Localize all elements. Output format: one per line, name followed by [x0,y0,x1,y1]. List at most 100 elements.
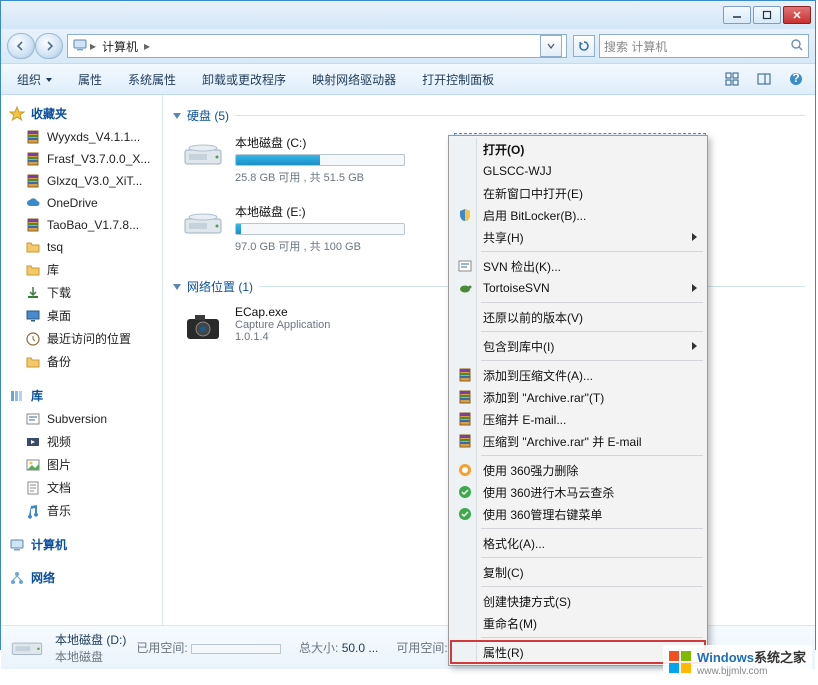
menu-item[interactable]: 创建快捷方式(S) [451,590,705,612]
sidebar-item[interactable]: Frasf_V3.7.0.0_X... [1,148,162,170]
view-mode-button[interactable] [719,68,745,90]
menu-separator [481,637,703,638]
drive-item[interactable]: 本地磁盘 (E:) 97.0 GB 可用 , 共 100 GB [181,203,431,254]
total-key: 总大小: [299,641,338,655]
menu-item-label: 使用 360进行木马云查杀 [483,484,614,501]
menu-item[interactable]: 打开(O) [451,138,705,160]
watermark-url: www.bjjmlv.com [697,666,806,677]
menu-item[interactable]: 使用 360管理右键菜单 [451,503,705,525]
sidebar-item[interactable]: OneDrive [1,192,162,214]
menu-item[interactable]: 添加到压缩文件(A)... [451,364,705,386]
sidebar-item[interactable]: 桌面 [1,304,162,327]
sidebar-network-header[interactable]: 网络 [1,565,162,590]
menu-item[interactable]: 压缩到 "Archive.rar" 并 E-mail [451,430,705,452]
used-bar [191,644,281,654]
sidebar-item[interactable]: Glxzq_V3.0_XiT... [1,170,162,192]
menu-item-label: 压缩并 E-mail... [483,411,566,428]
sidebar-item[interactable]: 图片 [1,453,162,476]
menu-item[interactable]: GLSCC-WJJ [451,160,705,182]
sidebar-item-label: 图片 [47,456,71,473]
menu-item[interactable]: 还原以前的版本(V) [451,306,705,328]
sidebar-libraries-header[interactable]: 库 [1,383,162,408]
menu-separator [481,302,703,303]
360-icon [457,462,473,478]
sidebar-item[interactable]: 库 [1,258,162,281]
sidebar-item[interactable]: Subversion [1,408,162,430]
toolbar-control-panel[interactable]: 打开控制面板 [412,68,504,91]
sidebar-item-label: Wyyxds_V4.1.1... [47,130,140,144]
menu-item[interactable]: 重命名(M) [451,612,705,634]
menu-item[interactable]: 使用 360进行木马云查杀 [451,481,705,503]
submenu-arrow-icon [692,284,697,292]
sidebar-item-label: 音乐 [47,502,71,519]
sidebar-computer-header[interactable]: 计算机 [1,532,162,557]
sidebar-item[interactable]: 音乐 [1,499,162,522]
collapse-icon [173,284,181,290]
drive-item[interactable]: 本地磁盘 (C:) 25.8 GB 可用 , 共 51.5 GB [181,134,431,185]
usage-bar [235,154,405,166]
menu-item[interactable]: 使用 360强力删除 [451,459,705,481]
maximize-button[interactable] [753,6,781,24]
menu-item[interactable]: 压缩并 E-mail... [451,408,705,430]
organize-menu[interactable]: 组织 [7,68,62,91]
drive-name: 本地磁盘 (C:) [235,134,431,154]
sidebar-favorites-header[interactable]: 收藏夹 [1,101,162,126]
menu-item[interactable]: 格式化(A)... [451,532,705,554]
menu-item[interactable]: TortoiseSVN [451,277,705,299]
address-bar[interactable]: ▸ 计算机 ▸ [67,34,567,58]
toolbar-map-drive[interactable]: 映射网络驱动器 [302,68,406,91]
menu-item[interactable]: 添加到 "Archive.rar"(T) [451,386,705,408]
menu-separator [481,557,703,558]
netloc-name: ECap.exe [235,305,330,319]
forward-button[interactable] [35,33,63,59]
sidebar-item-label: 桌面 [47,307,71,324]
search-box[interactable]: 搜索 计算机 [599,34,809,58]
sidebar-item[interactable]: 下载 [1,281,162,304]
close-button[interactable] [783,6,811,24]
doc-icon [25,480,41,496]
sidebar-item[interactable]: TaoBao_V1.7.8... [1,214,162,236]
netloc-desc: Capture Application [235,319,330,331]
breadcrumb[interactable]: 计算机 [98,38,142,55]
refresh-button[interactable] [573,35,595,57]
statusbar-subtitle: 本地磁盘 [55,648,126,665]
help-button[interactable]: ? [783,68,809,90]
sidebar-item[interactable]: 最近访问的位置 [1,327,162,350]
menu-item-label: GLSCC-WJJ [483,164,552,178]
watermark: Windows系统之家 www.bjjmlv.com [663,645,812,679]
menu-item-label: 重命名(M) [483,615,537,632]
sidebar-item[interactable]: 备份 [1,350,162,373]
menu-item[interactable]: 复制(C) [451,561,705,583]
usage-bar [235,223,405,235]
menu-separator [481,528,703,529]
computer-icon [72,37,88,56]
sidebar-item[interactable]: 文档 [1,476,162,499]
toolbar-properties[interactable]: 属性 [68,68,112,91]
drives-group-header[interactable]: 硬盘 (5) [173,101,805,128]
address-dropdown-button[interactable] [540,35,562,57]
preview-pane-button[interactable] [751,68,777,90]
drive-stats: 25.8 GB 可用 , 共 51.5 GB [235,166,431,185]
network-icon [9,570,25,586]
rar-icon [457,411,473,427]
menu-item[interactable]: 启用 BitLocker(B)... [451,204,705,226]
menu-item[interactable]: 包含到库中(I) [451,335,705,357]
breadcrumb-sep: ▸ [142,39,152,53]
menu-item[interactable]: SVN 检出(K)... [451,255,705,277]
sidebar-item[interactable]: 视频 [1,430,162,453]
toolbar-system-properties[interactable]: 系统属性 [118,68,186,91]
folder-icon [25,262,41,278]
back-button[interactable] [7,33,35,59]
folder-icon [25,239,41,255]
minimize-button[interactable] [723,6,751,24]
navbar: ▸ 计算机 ▸ 搜索 计算机 [1,29,815,63]
menu-item-label: 添加到 "Archive.rar"(T) [483,389,604,406]
sidebar-favorites-label: 收藏夹 [31,105,67,122]
sidebar-item[interactable]: Wyyxds_V4.1.1... [1,126,162,148]
menu-item[interactable]: 在新窗口中打开(E) [451,182,705,204]
toolbar-uninstall[interactable]: 卸载或更改程序 [192,68,296,91]
menu-item[interactable]: 共享(H) [451,226,705,248]
sidebar-item[interactable]: tsq [1,236,162,258]
video-icon [25,434,41,450]
search-placeholder: 搜索 计算机 [604,38,790,55]
